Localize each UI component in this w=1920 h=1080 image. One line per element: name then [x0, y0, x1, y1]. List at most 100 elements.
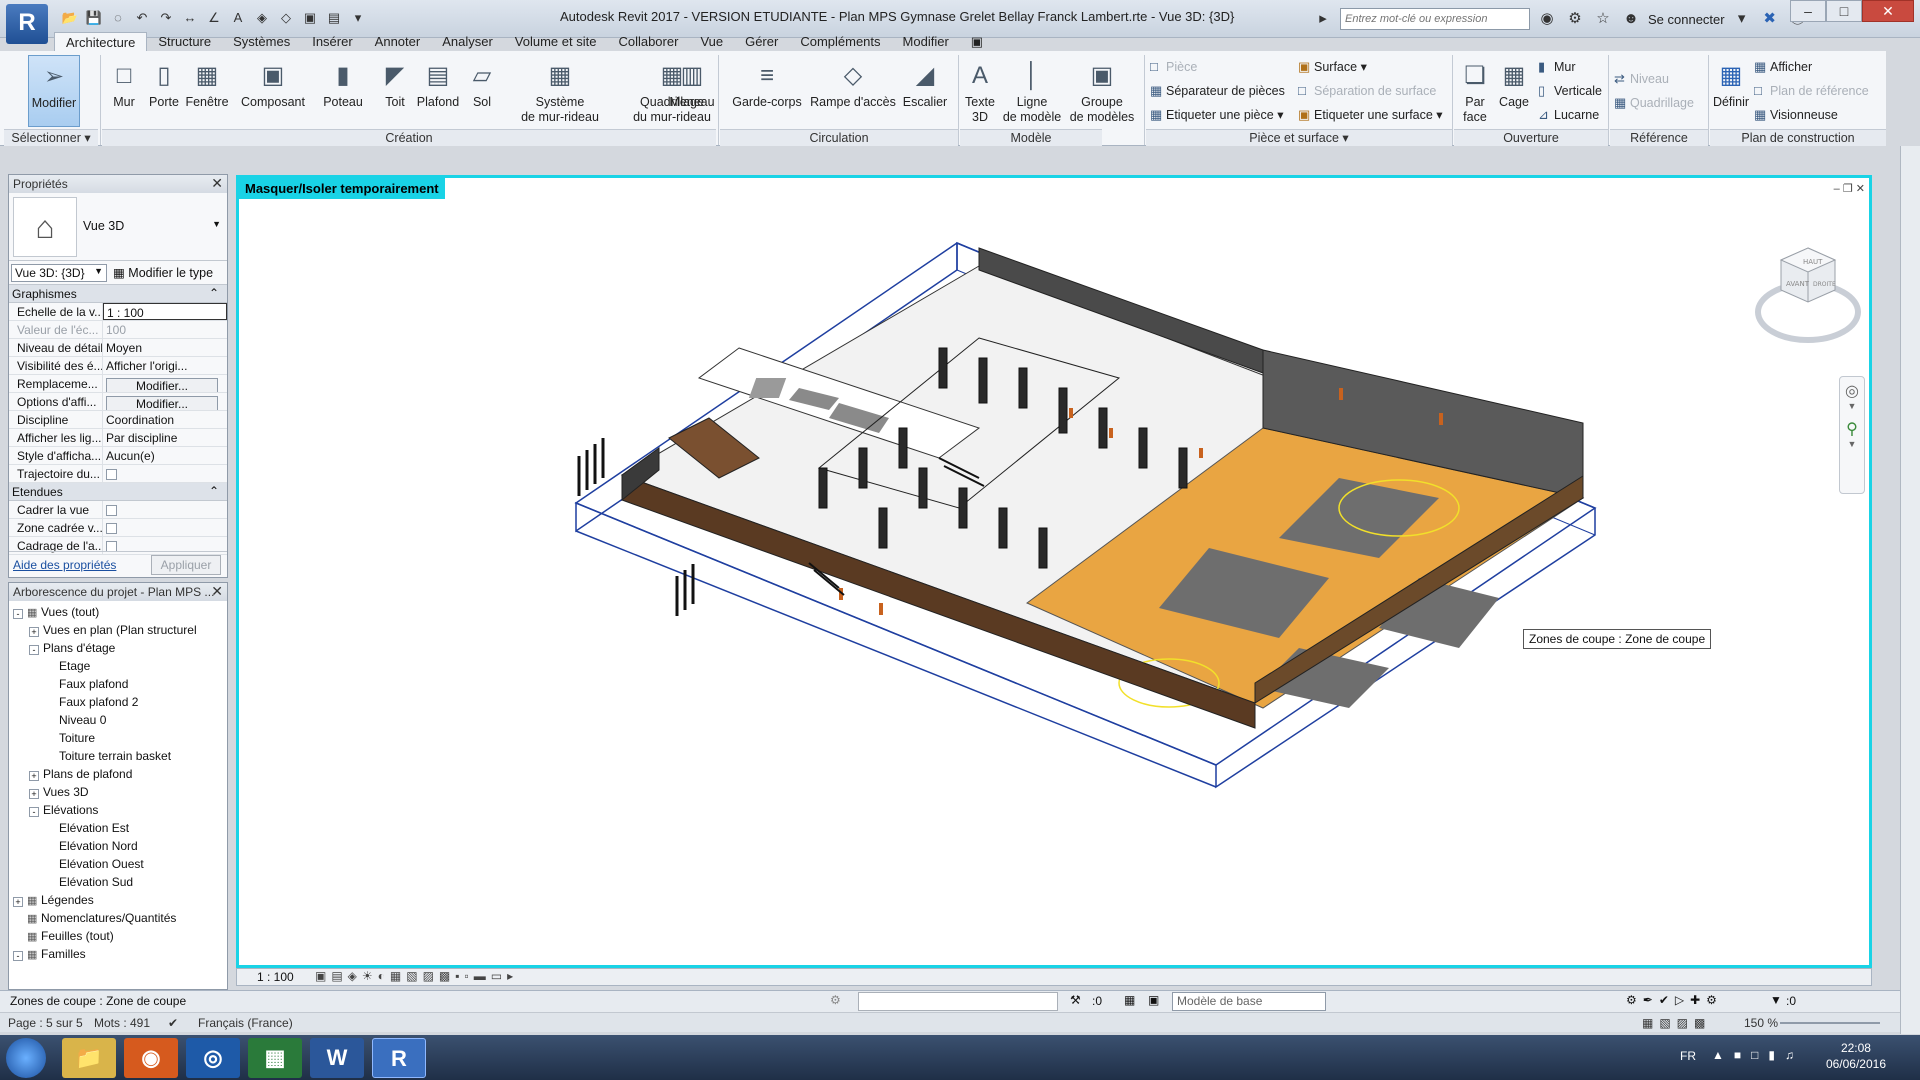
dormer-button[interactable]: ⊿ Lucarne — [1538, 107, 1599, 123]
roof-button[interactable]: ◤ Toit — [376, 55, 414, 127]
search-input[interactable] — [1340, 8, 1530, 30]
browser-node[interactable]: Elévation Nord — [9, 837, 227, 855]
room-separator-button[interactable]: ▦ Séparateur de pièces — [1150, 83, 1285, 99]
viewer-button[interactable]: ▦ Visionneuse — [1754, 107, 1838, 123]
browser-node[interactable]: ▦ Nomenclatures/Quantités — [9, 909, 227, 927]
vertical-scrollbar[interactable] — [1900, 146, 1920, 1034]
close-button[interactable]: ✕ — [1862, 0, 1914, 22]
property-value[interactable] — [103, 501, 227, 518]
tab-annoter[interactable]: Annoter — [364, 32, 432, 52]
floor-button[interactable]: ▱ Sol — [462, 55, 502, 127]
tab-compl-ments[interactable]: Compléments — [789, 32, 891, 52]
search-expand-icon[interactable]: ▸ — [1312, 9, 1334, 29]
undo-icon[interactable]: ↶ — [132, 9, 152, 27]
window-button[interactable]: ▦ Fenêtre — [184, 55, 230, 127]
tab-g-rer[interactable]: Gérer — [734, 32, 789, 52]
column-button[interactable]: ▮ Poteau — [316, 55, 370, 127]
property-value[interactable]: Modifier... — [103, 393, 227, 410]
filter-icon[interactable]: ▼ — [1770, 993, 1782, 1007]
property-value[interactable]: Afficher l'origi... — [103, 357, 227, 374]
chevron-down-icon[interactable]: ▾ — [1731, 9, 1753, 29]
measure-icon[interactable]: ↔ — [180, 9, 200, 27]
section-icon[interactable]: ◇ — [276, 9, 296, 27]
browser-node[interactable]: Elévation Ouest — [9, 855, 227, 873]
building-model[interactable] — [239, 178, 1869, 965]
tab-architecture[interactable]: Architecture — [54, 32, 148, 52]
revit-icon[interactable]: R — [372, 1038, 426, 1078]
shaft-button[interactable]: ▦ Cage — [1496, 55, 1532, 127]
by-face-button[interactable]: ❏ Par face — [1456, 55, 1494, 127]
room-area-panel-label[interactable]: Pièce et surface ▾ — [1146, 129, 1452, 146]
collapse-icon[interactable]: ⌃ — [209, 484, 219, 498]
level-button[interactable]: ⇄ Niveau — [1614, 71, 1669, 87]
collapse-icon[interactable]: - — [29, 807, 39, 817]
close-icon[interactable]: ✕ — [211, 175, 223, 192]
tab-structure[interactable]: Structure — [147, 32, 222, 52]
curtain-system-button[interactable]: ▦ Système de mur-rideau — [504, 55, 616, 127]
browser-node[interactable]: + Vues 3D — [9, 783, 227, 801]
property-value[interactable]: Aucun(e) — [103, 447, 227, 464]
close-icon[interactable]: ✕ — [211, 583, 223, 600]
vertical-opening-button[interactable]: ▯ Verticale — [1538, 83, 1602, 99]
language[interactable]: Français (France) — [198, 1016, 293, 1030]
sync-icon[interactable]: ◌ — [108, 9, 128, 27]
expand-icon[interactable]: + — [29, 789, 39, 799]
tag-room-button[interactable]: ▦ Etiqueter une pièce ▾ — [1150, 107, 1283, 123]
browser-node[interactable]: - ▦ Familles — [9, 945, 227, 963]
chevron-down-icon[interactable]: ▼ — [212, 219, 221, 229]
tag-area-button[interactable]: ▣ Etiqueter une surface ▾ — [1298, 107, 1443, 123]
property-value[interactable] — [103, 465, 227, 482]
view-control-icons[interactable]: ▣▤◈☀◐▦▧▨▩▪▫▬▭▸ — [315, 969, 518, 983]
save-icon[interactable]: 💾 — [84, 9, 104, 27]
spell-check-icon[interactable]: ✔ — [168, 1016, 178, 1030]
tab-modifier[interactable]: Modifier — [892, 32, 960, 52]
property-value[interactable]: 1 : 100 — [103, 303, 227, 320]
edit-type-button[interactable]: ▦ Modifier le type — [113, 265, 213, 280]
sign-in-button[interactable]: Se connecter — [1648, 12, 1725, 27]
set-workplane-button[interactable]: ▦ Définir — [1712, 55, 1750, 127]
collapse-icon[interactable]: ⌃ — [209, 286, 219, 300]
component-button[interactable]: ▣ Composant — [234, 55, 312, 127]
redo-icon[interactable]: ↷ — [156, 9, 176, 27]
subscription-icon[interactable]: ⚙ — [1564, 9, 1586, 29]
favorites-star-icon[interactable]: ☆ — [1592, 9, 1614, 29]
model-text-button[interactable]: A Texte 3D — [962, 55, 998, 127]
browser-node[interactable]: - Elévations — [9, 801, 227, 819]
contextual-tab-toggle-icon[interactable]: ▣ — [960, 32, 994, 52]
user-icon[interactable]: ☻ — [1620, 9, 1642, 29]
browser-node[interactable]: - Plans d'étage — [9, 639, 227, 657]
stair-button[interactable]: ◢ Escalier — [900, 55, 950, 127]
browser-node[interactable]: Elévation Est — [9, 819, 227, 837]
clock[interactable]: 22:08 06/06/2016 — [1826, 1040, 1886, 1072]
table-icon[interactable]: ▦ — [1124, 993, 1135, 1007]
editable-only-icon[interactable]: ⚒ — [1070, 993, 1081, 1007]
type-selector[interactable]: ⌂ Vue 3D ▼ — [9, 193, 227, 261]
property-checkbox[interactable] — [106, 505, 117, 516]
browser-node[interactable]: + Vues en plan (Plan structurel — [9, 621, 227, 639]
properties-help-link[interactable]: Aide des propriétés — [13, 558, 116, 572]
word-icon[interactable]: W — [310, 1038, 364, 1078]
application-menu-button[interactable]: R — [6, 4, 48, 44]
close-hidden-icon[interactable]: ▣ — [300, 9, 320, 27]
3d-view-icon[interactable]: ◈ — [252, 9, 272, 27]
collapse-icon[interactable]: - — [29, 645, 39, 655]
property-group-header[interactable]: Etendues ⌃ — [9, 483, 227, 501]
worksets-icon[interactable]: ⚙ — [830, 993, 841, 1007]
browser-node[interactable]: Toiture terrain basket — [9, 747, 227, 765]
minimize-button[interactable]: – — [1790, 0, 1826, 22]
browser-node[interactable]: + ▦ Légendes — [9, 891, 227, 909]
browser-node[interactable]: + Plans de plafond — [9, 765, 227, 783]
browser-node[interactable]: ▦ Feuilles (tout) — [9, 927, 227, 945]
switch-windows-icon[interactable]: ▤ — [324, 9, 344, 27]
3d-view-canvas[interactable]: Masquer/Isoler temporairement – ❐ ✕ HAUT… — [236, 175, 1872, 968]
open-icon[interactable]: 📂 — [60, 9, 80, 27]
model-line-button[interactable]: │ Ligne de modèle — [1000, 55, 1064, 127]
keyboard-language[interactable]: FR — [1680, 1049, 1696, 1063]
property-value[interactable] — [103, 519, 227, 536]
view-instance-select[interactable]: Vue 3D: {3D} ▼ — [11, 264, 107, 282]
area-button[interactable]: ▣ Surface ▾ — [1298, 59, 1367, 75]
property-checkbox[interactable] — [106, 523, 117, 534]
active-model-select[interactable]: Modèle de base — [1172, 992, 1326, 1011]
property-checkbox[interactable] — [106, 469, 117, 480]
file-explorer-icon[interactable]: 📁 — [62, 1038, 116, 1078]
